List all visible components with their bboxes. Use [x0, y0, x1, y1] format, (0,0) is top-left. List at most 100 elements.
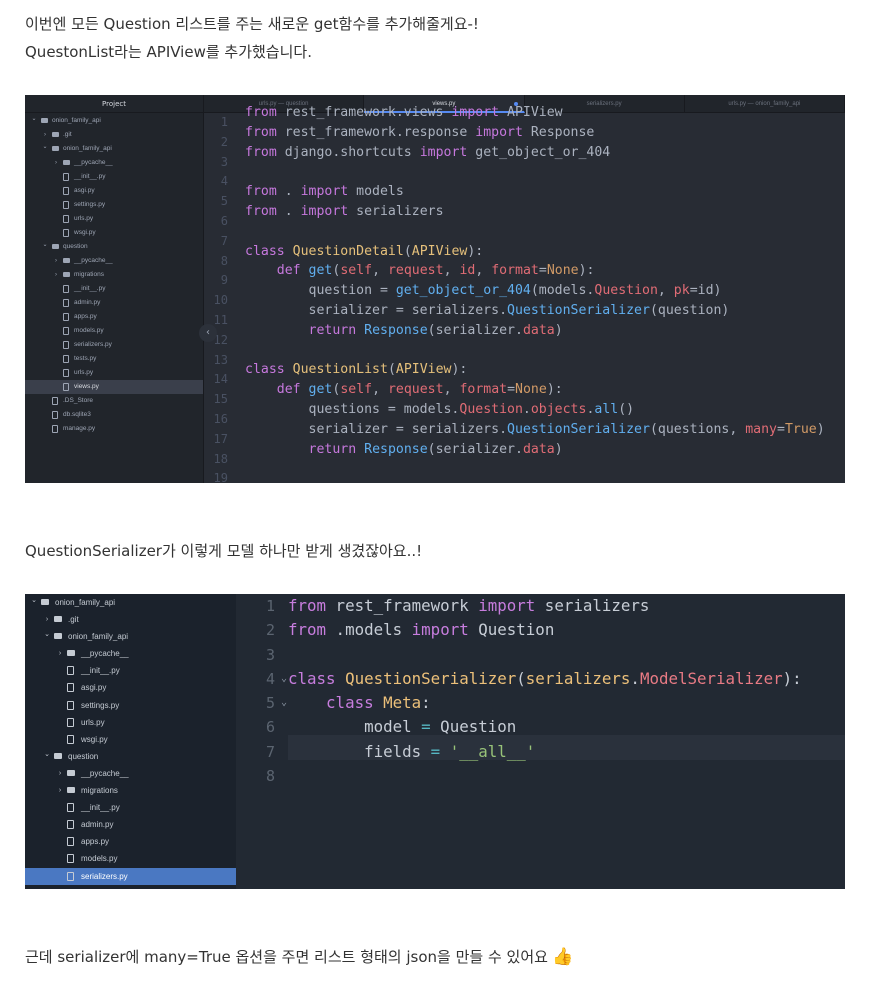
tree-file-row[interactable]: models.py — [25, 324, 203, 338]
chevron-down-icon[interactable]: ⌄ — [41, 238, 49, 252]
code-token: data — [522, 322, 555, 338]
tree-file-row[interactable]: models.py — [25, 850, 236, 867]
tree-file-row[interactable]: urls.py — [25, 212, 203, 226]
folder-icon — [41, 599, 49, 605]
chevron-right-icon[interactable]: › — [52, 254, 60, 268]
tree-file-row[interactable]: wsgi.py — [25, 226, 203, 240]
code-token: import — [419, 144, 468, 160]
code-token: . — [630, 668, 640, 688]
tree-folder-row[interactable]: › __pycache__ — [25, 765, 236, 782]
code-token: rest_framework.views — [276, 105, 452, 120]
line-number: 3 — [204, 153, 242, 173]
tree-file-row[interactable]: tests.py — [25, 352, 203, 366]
file-icon — [63, 313, 69, 321]
tree-file-row[interactable]: __init__.py — [25, 170, 203, 184]
line-number: 6 — [204, 212, 242, 232]
tree-item-label: wsgi.py — [74, 229, 96, 236]
tree-folder-row[interactable]: ⌄ question — [25, 748, 236, 765]
tree-file-row[interactable]: admin.py — [25, 816, 236, 833]
tree-folder-row[interactable]: › __pycache__ — [25, 156, 203, 170]
tree-folder-row[interactable]: ⌄ question — [25, 240, 203, 254]
tree-item-label: apps.py — [81, 837, 110, 847]
tree-item-label: question — [68, 751, 99, 761]
tree-file-row[interactable]: __init__.py — [25, 282, 203, 296]
tree-file-row[interactable]: serializers.py — [25, 867, 236, 885]
tree-file-row[interactable]: admin.py — [25, 296, 203, 310]
code-token: serializer = serializers. — [245, 421, 508, 437]
file-icon — [67, 700, 74, 710]
tree-file-row[interactable]: asgi.py — [25, 679, 236, 696]
tree-folder-row[interactable]: › migrations — [25, 782, 236, 799]
tree-item-label: models.py — [81, 854, 118, 864]
tree-item-label: __init__.py — [74, 285, 106, 292]
code-token: Question — [468, 620, 555, 640]
chevron-down-icon[interactable]: ⌄ — [30, 594, 38, 609]
fold-chevron-icon[interactable]: ⌄ — [281, 667, 287, 691]
chevron-right-icon[interactable]: › — [52, 268, 60, 282]
tree-folder-row[interactable]: › .git — [25, 611, 236, 628]
code-token: (serializer. — [427, 441, 523, 457]
code-token: QuestionSerializer — [507, 421, 650, 437]
tree-file-row[interactable]: urls.py — [25, 366, 203, 380]
tree-folder-row[interactable]: ⌄ onion_family_api — [25, 628, 236, 645]
tree-item-label: models.py — [74, 327, 104, 334]
tree-file-row[interactable]: asgi.py — [25, 184, 203, 198]
file-icon — [63, 215, 69, 223]
code-line: from django.shortcuts import get_object_… — [245, 143, 825, 163]
chevron-right-icon[interactable]: › — [56, 782, 64, 799]
tree-file-row[interactable]: apps.py — [25, 833, 236, 850]
code-token: model — [288, 717, 422, 737]
file-tree: ⌄ onion_family_api › .git ⌄ onion_family_api ›… — [25, 594, 236, 885]
tree-folder-row[interactable]: › .git — [25, 128, 203, 142]
chevron-down-icon[interactable]: ⌄ — [41, 140, 49, 154]
tree-folder-row[interactable]: ⌄ onion_family_api — [25, 142, 203, 156]
chevron-right-icon[interactable]: › — [56, 645, 64, 662]
chevron-right-icon[interactable]: › — [56, 765, 64, 782]
folder-icon — [54, 633, 62, 640]
tree-file-row[interactable]: settings.py — [25, 198, 203, 212]
code-token: class — [245, 362, 285, 378]
code-token: QuestionList — [292, 362, 388, 378]
tree-item-label: .git — [63, 131, 72, 138]
code-token: , — [372, 382, 388, 398]
code-token: get — [308, 382, 333, 398]
code-token: id — [459, 263, 476, 279]
code-token: django.shortcuts — [276, 144, 420, 160]
code-token: def — [276, 382, 301, 398]
tree-file-row[interactable]: .DS_Store — [25, 394, 203, 408]
tree-file-row[interactable]: serializers.py — [25, 338, 203, 352]
tree-file-row[interactable]: settings.py — [25, 697, 236, 714]
tree-file-row[interactable]: __init__.py — [25, 662, 236, 679]
file-icon — [67, 871, 74, 881]
tree-file-row[interactable]: apps.py — [25, 310, 203, 324]
tree-item-label: admin.py — [74, 299, 101, 306]
collapse-sidebar-icon[interactable]: ‹ — [199, 324, 217, 342]
chevron-down-icon[interactable]: ⌄ — [43, 746, 51, 763]
chevron-down-icon[interactable]: ⌄ — [30, 112, 38, 126]
code-area: from rest_framework.views import APIView… — [245, 103, 825, 479]
tree-file-row[interactable]: manage.py — [25, 422, 203, 436]
tree-folder-row[interactable]: › __pycache__ — [25, 645, 236, 662]
tree-file-row[interactable]: views.py — [25, 380, 203, 394]
tree-file-row[interactable]: db.sqlite3 — [25, 408, 203, 422]
fold-chevron-icon[interactable]: ⌄ — [281, 691, 287, 715]
code-token: objects — [530, 401, 587, 417]
chevron-down-icon[interactable]: ⌄ — [43, 626, 51, 643]
code-token: get_object_or_404 — [467, 144, 611, 160]
line-number-value: 6 — [265, 718, 275, 737]
chevron-right-icon[interactable]: › — [52, 156, 60, 170]
code-line: model = Question — [288, 715, 802, 739]
code-token: (question) — [649, 302, 730, 318]
tree-file-row[interactable]: urls.py — [25, 714, 236, 731]
tree-file-row[interactable]: wsgi.py — [25, 731, 236, 748]
file-icon — [67, 666, 74, 676]
tree-folder-row[interactable]: › __pycache__ — [25, 254, 203, 268]
tree-file-row[interactable]: __init__.py — [25, 799, 236, 816]
tree-folder-row[interactable]: ⌄ onion_family_api — [25, 594, 236, 611]
tree-folder-row[interactable]: ⌄ onion_family_api — [25, 114, 203, 128]
tree-folder-row[interactable]: › migrations — [25, 268, 203, 282]
